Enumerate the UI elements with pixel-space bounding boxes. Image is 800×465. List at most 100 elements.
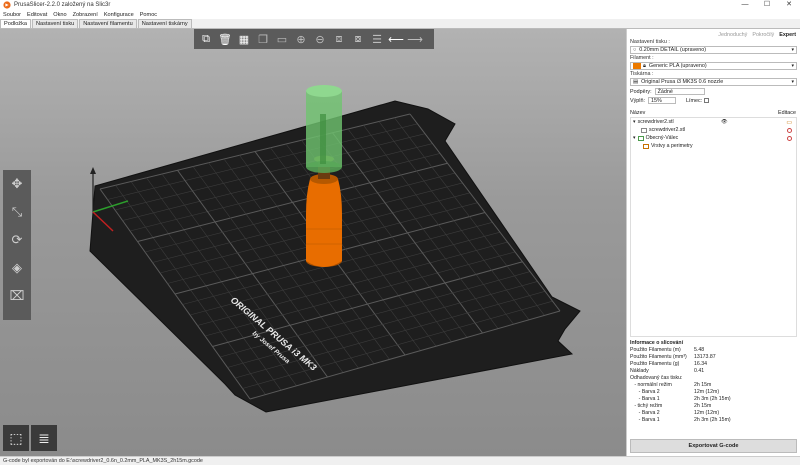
info-row: - Barva 1 2h 3m (2h 15m) (630, 417, 731, 423)
copy-icon[interactable]: ❐ (255, 32, 271, 47)
infill-label: Výplň: (630, 97, 645, 104)
prusa-logo-icon (3, 1, 11, 9)
split-objects-icon[interactable]: ⧈ (331, 32, 347, 47)
supports-label: Podpěry: (630, 88, 652, 95)
info-row: Použito Filamentu (mm³) 13173.87 (630, 354, 716, 360)
info-row: Použito Filamentu (m) 5.48 (630, 347, 705, 353)
printer-icon: ▤ (633, 79, 639, 85)
cube-icon[interactable]: ⧉ (198, 32, 214, 47)
mode-switcher: Jednoduchý Pokročilý Expert (627, 29, 800, 38)
arrange-icon[interactable]: ▦ (236, 32, 252, 47)
settings-icon[interactable] (787, 135, 792, 141)
3d-view-icon[interactable]: ⬚ (3, 425, 29, 451)
arrow-left-icon[interactable]: ⟵ (388, 32, 404, 47)
close-button[interactable]: ✕ (778, 0, 800, 10)
collapse-icon[interactable]: ▾ (633, 135, 636, 141)
eye-icon[interactable]: 👁︎ (721, 119, 728, 125)
settings-icon[interactable] (787, 127, 792, 133)
3d-viewport[interactable]: ORIGINAL PRUSA i3 MK3 by Josef Prusa ⧉ 🗑… (0, 29, 626, 456)
menu-edit[interactable]: Editovat (27, 12, 47, 18)
edit-icon[interactable]: ▭ (786, 119, 792, 126)
menu-bar: Soubor Editovat Okno Zobrazení Konfigura… (0, 10, 800, 19)
filament-combo[interactable]: 🔒︎ Generic PLA (upraveno) ▾ (630, 62, 797, 70)
collapse-icon[interactable]: ▾ (633, 119, 636, 125)
infill-combo[interactable]: 15% (647, 97, 676, 104)
print-settings-value: 0.20mm DETAIL (upraveno) (639, 47, 707, 53)
printer-label: Tiskárna : (630, 71, 654, 77)
info-row: - normální režim 2h 15m (630, 382, 712, 388)
view-switch: ⬚ ≣ (3, 425, 57, 451)
minimize-button[interactable]: — (734, 0, 756, 10)
filament-color-swatch[interactable] (633, 63, 641, 69)
trash-icon[interactable]: 🗑 (217, 32, 233, 47)
remove-instance-icon[interactable]: ⊖ (312, 32, 328, 47)
z-axis-arrow-icon (90, 167, 96, 174)
info-row: - Barva 2 12m (12m) (630, 389, 720, 395)
paste-icon[interactable]: ▭ (274, 32, 290, 47)
supports-combo[interactable]: Žádné (654, 88, 705, 95)
menu-help[interactable]: Pomoc (140, 12, 157, 18)
object-list-header: Název Editace (630, 110, 796, 116)
right-sidebar: Jednoduchý Pokročilý Expert Nastavení ti… (626, 29, 800, 456)
object-list: ▾ screwdriver2.stl 👁︎ ▭ screwdriver2.stl… (630, 117, 797, 337)
object-name: Vrstvy a perimetry (651, 143, 693, 149)
modifier-icon (637, 135, 644, 141)
add-instance-icon[interactable]: ⊕ (293, 32, 309, 47)
scene-svg: ORIGINAL PRUSA i3 MK3 by Josef Prusa (89, 85, 581, 413)
layers-edit-icon[interactable]: ☰ (369, 32, 385, 47)
print-settings-combo[interactable]: ○ 0.20mm DETAIL (upraveno) ▾ (630, 46, 797, 54)
brim-checkbox[interactable] (704, 98, 710, 103)
brim-label: Límec: (685, 97, 703, 104)
menu-configuration[interactable]: Konfigurace (104, 12, 134, 18)
list-item[interactable]: ▾ Obecný-Válec (631, 134, 796, 142)
tab-filament-settings[interactable]: Nastavení filamentu (79, 19, 137, 28)
slice-info-title: Informace o slicování (630, 340, 684, 346)
title-bar: PrusaSlicer-2.2.0 založený na Slic3r — ☐… (0, 0, 800, 10)
tab-print-settings[interactable]: Nastavení tisku (32, 19, 79, 28)
chevron-down-icon: ▾ (791, 63, 794, 69)
menu-window[interactable]: Okno (53, 12, 66, 18)
object-name: screwdriver2.stl (649, 127, 686, 133)
info-row: Použito Filamentu (g) 16.34 (630, 361, 707, 367)
mode-advanced[interactable]: Pokročilý (752, 32, 774, 38)
info-row: - Barva 2 12m (12m) (630, 410, 720, 416)
info-row: Odhadovaný čas tisku: (630, 375, 683, 381)
maximize-button[interactable]: ☐ (756, 0, 778, 10)
window-title: PrusaSlicer-2.2.0 založený na Slic3r (14, 2, 111, 8)
chevron-down-icon: ▾ (791, 47, 794, 53)
menu-file[interactable]: Soubor (3, 12, 21, 18)
chevron-down-icon: ▾ (791, 79, 794, 85)
gizmo-toolbar: ✥ ⤡ ⟳ ◈ ⌧ (3, 170, 31, 320)
column-edit: Editace (778, 110, 796, 116)
scale-icon[interactable]: ⤡ (3, 198, 31, 226)
unlock-icon: ○ (633, 47, 637, 53)
move-icon[interactable]: ✥ (3, 170, 31, 198)
main-tabs: Podložka Nastavení tisku Nastavení filam… (0, 19, 800, 29)
filament-label: Filament : (630, 55, 654, 61)
menu-view[interactable]: Zobrazení (73, 12, 98, 18)
tab-printer-settings[interactable]: Nastavení tiskárny (137, 19, 192, 28)
mode-simple[interactable]: Jednoduchý (718, 32, 747, 38)
split-parts-icon[interactable]: ⧇ (350, 32, 366, 47)
column-name: Název (630, 110, 646, 116)
list-item[interactable]: Vrstvy a perimetry (631, 142, 796, 150)
arrow-right-icon[interactable]: ⟶ (407, 32, 423, 47)
slice-info: Informace o slicování Použito Filamentu … (630, 340, 797, 424)
list-item[interactable]: screwdriver2.stl (631, 126, 796, 134)
list-item[interactable]: ▾ screwdriver2.stl 👁︎ ▭ (631, 118, 796, 126)
supports-row: Podpěry: Žádné (630, 88, 797, 95)
printer-combo[interactable]: ▤ Original Prusa i3 MK3S 0.6 nozzle ▾ (630, 78, 797, 86)
object-name: Obecný-Válec (645, 135, 679, 141)
layers-icon (643, 143, 649, 149)
place-on-face-icon[interactable]: ◈ (3, 254, 31, 282)
part-icon (641, 127, 647, 133)
rotate-icon[interactable]: ⟳ (3, 226, 31, 254)
preview-layers-icon[interactable]: ≣ (31, 425, 57, 451)
print-settings-label: Nastavení tisku : (630, 39, 670, 45)
tab-plater[interactable]: Podložka (0, 19, 32, 28)
mode-expert[interactable]: Expert (779, 32, 796, 38)
info-row: - tichý režim 2h 15m (630, 403, 712, 409)
export-gcode-button[interactable]: Exportovat G-code (630, 439, 797, 453)
infill-row: Výplň: 15% Límec: (630, 97, 797, 104)
cut-icon[interactable]: ⌧ (3, 282, 31, 310)
